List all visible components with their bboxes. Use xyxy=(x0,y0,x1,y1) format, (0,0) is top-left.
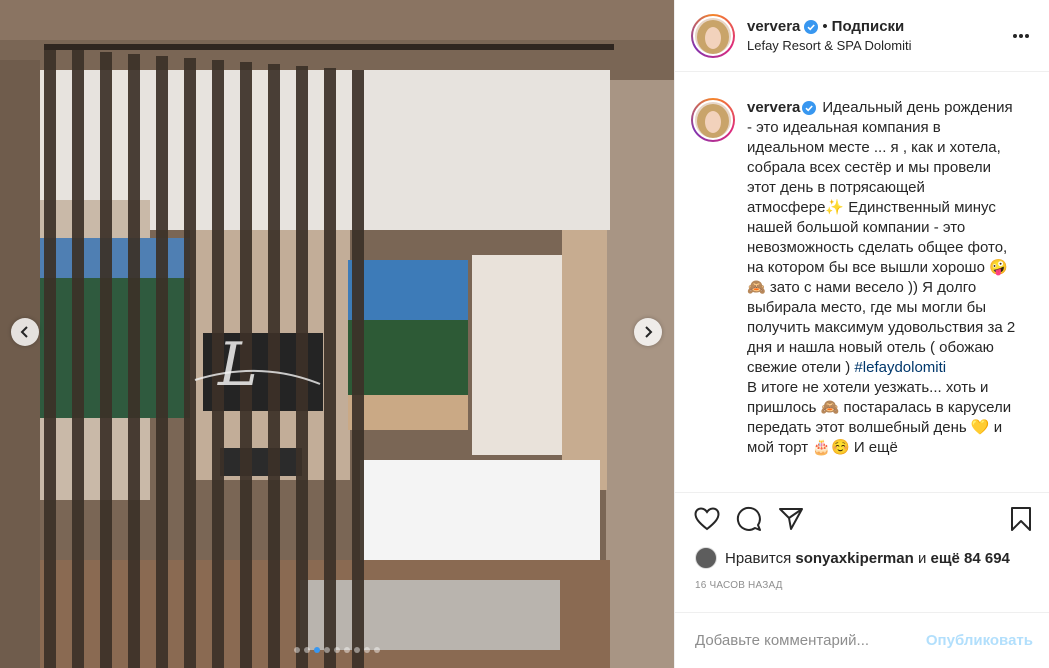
carousel-dot xyxy=(304,647,310,653)
add-comment-form: Опубликовать xyxy=(675,612,1049,668)
post-caption: ververa Идеальный день рождения - это иде… xyxy=(747,98,1017,492)
previous-slide-button[interactable] xyxy=(11,318,39,346)
save-button[interactable] xyxy=(1007,505,1035,533)
likes-connector: и xyxy=(917,549,927,567)
carousel-dot xyxy=(314,647,320,653)
carousel-dot xyxy=(324,647,330,653)
header-text: ververa • Подписки Lefay Resort & SPA Do… xyxy=(747,18,1009,53)
following-button[interactable]: Подписки xyxy=(832,18,905,35)
likes-prefix: Нравится xyxy=(725,549,792,567)
publish-comment-button[interactable]: Опубликовать xyxy=(926,632,1033,649)
next-slide-button[interactable] xyxy=(634,318,662,346)
comment-icon xyxy=(736,506,761,531)
ellipsis-icon xyxy=(1013,33,1029,38)
caption-text: Идеальный день рождения - это идеальная … xyxy=(747,99,1016,376)
likes-count[interactable]: ещё 84 694 xyxy=(931,550,1010,567)
carousel-dot xyxy=(344,647,350,653)
carousel-indicators xyxy=(0,647,674,653)
svg-text:L: L xyxy=(217,330,258,400)
bookmark-icon xyxy=(1011,506,1031,531)
chevron-left-icon xyxy=(20,326,28,338)
carousel-dot xyxy=(364,647,370,653)
comments-section: ververa Идеальный день рождения - это иде… xyxy=(675,72,1049,492)
carousel-dot xyxy=(354,647,360,653)
liker-username[interactable]: sonyaxkiperman xyxy=(795,550,913,567)
comment-input[interactable] xyxy=(695,632,926,649)
carousel-dot xyxy=(374,647,380,653)
post-details-panel: ververa • Подписки Lefay Resort & SPA Do… xyxy=(674,0,1049,668)
carousel-dot xyxy=(294,647,300,653)
send-icon xyxy=(779,507,803,530)
post-location[interactable]: Lefay Resort & SPA Dolomiti xyxy=(747,38,1009,53)
author-username[interactable]: ververa xyxy=(747,18,800,35)
header-separator: • xyxy=(822,18,828,35)
author-avatar[interactable] xyxy=(691,13,735,58)
post-actions xyxy=(675,492,1049,544)
comment-button[interactable] xyxy=(735,505,763,533)
more-options-button[interactable] xyxy=(1009,24,1033,48)
post-timestamp[interactable]: 16 ЧАСОВ НАЗАД xyxy=(675,572,1049,606)
post-photo[interactable]: L xyxy=(0,0,674,668)
caption-hashtag[interactable]: #lefaydolomiti xyxy=(854,359,946,376)
verified-badge-icon xyxy=(802,101,817,116)
instagram-post: L ververa • Подписки Lefay Resort & SPA … xyxy=(0,0,1049,668)
likes-summary: Нравится sonyaxkiperman и ещё 84 694 xyxy=(675,544,1049,572)
carousel-dot xyxy=(334,647,340,653)
hotel-room-image: L xyxy=(0,0,674,668)
liker-avatar[interactable] xyxy=(695,547,717,569)
share-button[interactable] xyxy=(777,505,805,533)
caption-username[interactable]: ververa xyxy=(747,99,800,116)
caption-text-continued: В итоге не хотели уезжать... хоть и приш… xyxy=(747,379,1012,456)
post-header: ververa • Подписки Lefay Resort & SPA Do… xyxy=(675,0,1049,72)
verified-badge-icon xyxy=(804,19,819,34)
chevron-right-icon xyxy=(645,326,653,338)
like-button[interactable] xyxy=(693,505,721,533)
heart-icon xyxy=(694,506,720,530)
caption-author-avatar[interactable] xyxy=(691,98,735,142)
